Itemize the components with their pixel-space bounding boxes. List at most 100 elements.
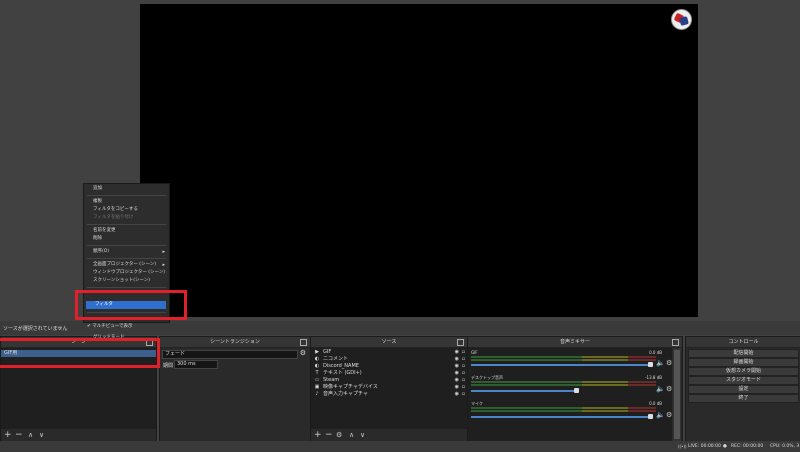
volume-slider-knob[interactable]: [648, 362, 653, 367]
exit-button[interactable]: 終了: [688, 394, 799, 403]
source-item[interactable]: ♪ 音声入力キャプチャ ◉ ▫: [311, 391, 467, 398]
annotation-highlight-filters: [75, 290, 187, 320]
speaker-icon[interactable]: 🔈: [656, 411, 665, 419]
studio-mode-button[interactable]: スタジオモード: [688, 376, 799, 385]
microphone-icon: ♪: [315, 391, 319, 397]
remove-scene-button[interactable]: −: [15, 430, 23, 440]
duration-value: 300 ms: [177, 361, 196, 367]
preview-canvas[interactable]: [140, 4, 698, 317]
visibility-eye-icon[interactable]: ◉: [455, 384, 459, 391]
game-capture-icon: ▭: [314, 377, 320, 383]
volume-slider-knob[interactable]: [648, 414, 653, 419]
visibility-eye-icon[interactable]: ◉: [455, 356, 459, 363]
visibility-eye-icon[interactable]: ◉: [455, 370, 459, 377]
lock-icon[interactable]: ▫: [462, 363, 465, 370]
transitions-dock: シーントランジション フェード ⚙ 期間 300 ms: [159, 336, 311, 442]
controls-title: コントロール: [728, 339, 759, 345]
move-scene-down-button[interactable]: ∨: [39, 430, 44, 440]
cpu-usage: CPU: 0.0%, 3: [770, 444, 800, 449]
speaker-icon[interactable]: 🔈: [656, 359, 665, 367]
mixer-header: 音声ミキサー: [468, 337, 682, 348]
duration-label: 期間: [163, 363, 174, 369]
transition-select-value: フェード: [165, 351, 186, 357]
move-source-down-button[interactable]: ∨: [360, 430, 365, 440]
lock-icon[interactable]: ▫: [462, 377, 465, 384]
source-item[interactable]: ◐ Discord_NAME ◉ ▫: [311, 363, 467, 370]
visibility-eye-icon[interactable]: ◉: [455, 363, 459, 370]
channel-settings-icon[interactable]: ⚙: [666, 385, 672, 393]
scenes-toolbar: + − ∧ ∨: [1, 429, 156, 441]
start-streaming-button[interactable]: 配信開始: [688, 349, 799, 358]
source-item[interactable]: T テキスト (GDI+) ◉ ▫: [311, 370, 467, 377]
transitions-title: シーントランジション: [210, 339, 260, 345]
visibility-eye-icon[interactable]: ◉: [455, 377, 459, 384]
add-scene-button[interactable]: +: [4, 430, 12, 440]
mixer-popout-icon[interactable]: [672, 339, 679, 346]
menu-item-duplicate[interactable]: 複製: [84, 198, 169, 206]
submenu-arrow-icon: ▸: [162, 249, 165, 255]
source-label: 音声入力キャプチャ: [323, 391, 368, 397]
mixer-title: 音声ミキサー: [559, 339, 590, 345]
menu-item-screenshot[interactable]: スクリーンショット(シーン): [84, 277, 169, 285]
volume-slider[interactable]: [471, 416, 651, 418]
lock-icon[interactable]: ▫: [462, 384, 465, 391]
lock-icon[interactable]: ▫: [462, 349, 465, 356]
settings-button[interactable]: 設定: [688, 385, 799, 394]
source-item[interactable]: ▶ GIF ◉ ▫: [311, 349, 467, 356]
volume-slider-knob[interactable]: [574, 388, 579, 393]
channel-db: 0.0 dB: [649, 401, 662, 406]
remove-source-button[interactable]: −: [325, 430, 333, 440]
logo-image: [671, 9, 692, 30]
source-item[interactable]: ▭ Steam ◉ ▫: [311, 377, 467, 384]
source-properties-button[interactable]: ⚙: [336, 430, 342, 440]
lock-icon[interactable]: ▫: [462, 356, 465, 363]
mixer-scrollbar[interactable]: [673, 348, 681, 441]
sources-popout-icon[interactable]: [457, 339, 464, 346]
add-source-button[interactable]: +: [314, 430, 322, 440]
channel-settings-icon[interactable]: ⚙: [666, 359, 672, 367]
menu-item-fullscreen-projector[interactable]: 全画面プロジェクター (シーン) ▸: [84, 261, 169, 269]
lock-icon[interactable]: ▫: [462, 391, 465, 398]
menu-item-delete[interactable]: 削除: [84, 235, 169, 243]
menu-separator: [87, 224, 166, 225]
visibility-eye-icon[interactable]: ◉: [455, 349, 459, 356]
source-item[interactable]: ▣ 映像キャプチャデバイス ◉ ▫: [311, 384, 467, 391]
rec-indicator-icon: ●: [723, 444, 727, 449]
volume-meter: [471, 384, 656, 386]
volume-slider[interactable]: [471, 390, 577, 392]
browser-icon: ◐: [314, 356, 320, 362]
source-label: 映像キャプチャデバイス: [323, 384, 378, 390]
start-virtual-camera-button[interactable]: 仮想カメラ開始: [688, 367, 799, 376]
visibility-eye-icon[interactable]: ◉: [455, 391, 459, 398]
move-scene-up-button[interactable]: ∧: [28, 430, 33, 440]
controls-dock: コントロール 配信開始 録画開始 仮想カメラ開始 スタジオモード 設定 終了: [685, 336, 800, 442]
text-icon: T: [315, 370, 319, 376]
transition-select[interactable]: フェード: [162, 350, 298, 359]
move-source-up-button[interactable]: ∧: [349, 430, 354, 440]
menu-separator: [87, 245, 166, 246]
sources-list: ▶ GIF ◉ ▫ ◐ ニコメント ◉ ▫ ◐ Discord_NAME ◉ ▫ T テキスト (G…: [311, 348, 467, 429]
menu-item-copy-filters[interactable]: フィルタをコピーする: [84, 206, 169, 214]
menu-item-add[interactable]: 追加: [84, 185, 169, 193]
transition-settings-icon[interactable]: ⚙: [300, 349, 306, 357]
controls-body: 配信開始 録画開始 仮想カメラ開始 スタジオモード 設定 終了: [686, 348, 800, 441]
menu-item-order[interactable]: 順序(O) ▸: [84, 248, 169, 256]
start-recording-button[interactable]: 録画開始: [688, 358, 799, 367]
source-label: Steam: [323, 377, 340, 383]
menu-item-window-projector[interactable]: ウィンドウプロジェクター (シーン): [84, 269, 169, 277]
speaker-icon[interactable]: 🔈: [656, 385, 665, 393]
transitions-popout-icon[interactable]: [300, 339, 307, 346]
menu-item-rename[interactable]: 名前を変更: [84, 227, 169, 235]
volume-slider[interactable]: [471, 364, 651, 366]
live-indicator-icon: ((•)): [678, 444, 687, 449]
duration-input[interactable]: 300 ms: [174, 360, 218, 369]
source-label: GIF: [323, 349, 332, 355]
source-item[interactable]: ◐ ニコメント ◉ ▫: [311, 356, 467, 363]
submenu-arrow-icon: ▸: [162, 262, 165, 268]
live-time: LIVE: 00:00:00: [688, 444, 721, 449]
channel-settings-icon[interactable]: ⚙: [666, 411, 672, 419]
menu-item-show-in-multiview[interactable]: ✔ マルチビューで表示: [84, 323, 169, 331]
controls-header: コントロール: [686, 337, 800, 348]
source-label: ニコメント: [323, 356, 349, 362]
lock-icon[interactable]: ▫: [462, 370, 465, 377]
